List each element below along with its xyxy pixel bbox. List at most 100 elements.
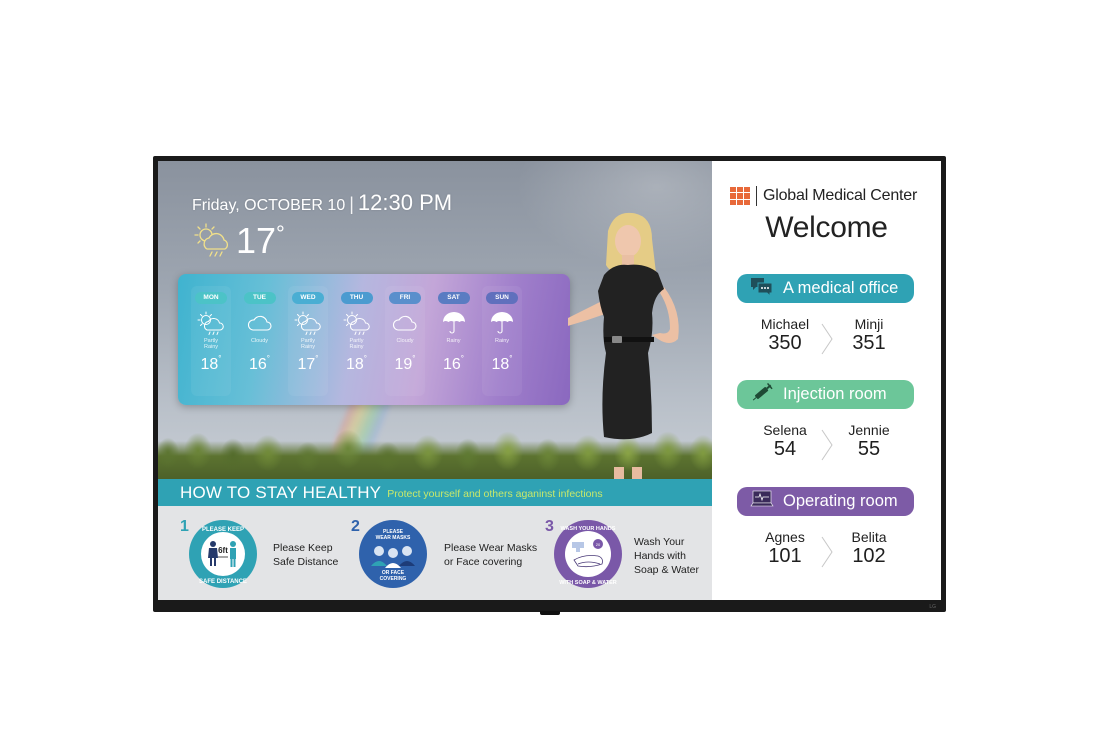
next-patient-name: Jennie [848, 422, 890, 438]
weekly-forecast-card: MON Partly Rainy 18° TUE Cloudy 16° WED … [178, 274, 570, 405]
next-patient: Jennie 55 [829, 422, 909, 460]
partly-rainy-icon [191, 310, 231, 336]
forecast-temperature: 16° [249, 354, 270, 373]
forecast-day-label: TUE [243, 292, 276, 304]
tip-number: 1 [180, 518, 189, 535]
forecast-day-label: MON [195, 292, 227, 304]
room-header-injection-room: Injection room [737, 380, 914, 409]
forecast-day-label: SUN [486, 292, 518, 304]
current-weather: 17 ° [192, 221, 285, 261]
forecast-condition: Rainy [446, 338, 461, 344]
clinic-name: Global Medical Center [763, 187, 918, 204]
forecast-day-label: WED [292, 292, 324, 304]
forecast-temperature: 16° [443, 354, 464, 373]
next-patient: Belita 102 [829, 529, 909, 567]
partly-rainy-icon [288, 310, 328, 336]
current-patient-name: Michael [760, 316, 810, 332]
partly-rainy-icon [194, 223, 229, 257]
room-label: Operating room [783, 492, 898, 510]
current-temperature: 17 [236, 220, 277, 261]
cloud-icon [385, 310, 425, 336]
welcome-heading: Welcome [765, 211, 888, 244]
current-patient-name: Agnes [765, 529, 805, 545]
monitor-stand-nub [540, 611, 560, 615]
tip-text: Wash Your Hands with Soap & Water [634, 536, 699, 576]
next-patient-name: Minji [854, 316, 884, 332]
grid-logo-icon [730, 186, 751, 206]
syringe-icon [737, 382, 783, 407]
clinic-queue-panel: Global Medical Center Welcome A medical … [712, 161, 941, 600]
forecast-condition: Cloudy [250, 338, 269, 344]
next-patient-number: 351 [852, 332, 886, 354]
current-patient: Selena 54 [745, 422, 825, 460]
tip-text: Please Wear Masks or Face covering [444, 542, 538, 568]
monitor-heartbeat-icon [737, 489, 783, 514]
forecast-temperature: 18° [346, 354, 367, 373]
presenter-figure [568, 212, 679, 481]
forecast-temperature: 19° [394, 354, 416, 373]
room-label: A medical office [783, 279, 899, 297]
svg-text:COVERING: COVERING [380, 576, 407, 582]
health-tips: 1 PLEASE KEEP SAFE DISTANCE 6ft Please K… [158, 506, 712, 600]
time-label: 12:30 PM [357, 190, 453, 215]
social-distance-icon: PLEASE KEEP SAFE DISTANCE 6ft [189, 520, 257, 588]
forecast-condition: Partly Rainy [300, 338, 316, 350]
forecast-day-wed: WED Partly Rainy 17° [288, 286, 328, 396]
chat-bubbles-icon [737, 276, 783, 301]
health-title: HOW TO STAY HEALTHY [180, 482, 382, 502]
forecast-day-label: FRI [389, 292, 421, 304]
forecast-day-thu: THU Partly Rainy 18° [337, 286, 377, 396]
forecast-day-mon: MON Partly Rainy 18° [191, 286, 231, 396]
current-patient-number: 54 [773, 438, 797, 460]
forecast-day-label: SAT [437, 292, 470, 304]
forecast-temperature: 18° [491, 354, 513, 373]
display-brand-mark: LG [929, 604, 936, 610]
degree-symbol: ° [276, 221, 285, 246]
forecast-condition: Rainy [494, 338, 510, 344]
room-label: Injection room [783, 385, 887, 403]
display-screen: Friday, OCTOBER 10 | 12:30 PM 17 ° MON P… [158, 161, 941, 600]
next-patient: Minji 351 [829, 316, 909, 354]
forecast-day-fri: FRI Cloudy 19° [385, 286, 425, 396]
forecast-condition: Cloudy [396, 338, 414, 344]
forecast-day-label: THU [340, 292, 373, 304]
forecast-temperature: 17° [297, 354, 319, 373]
svg-text:20: 20 [596, 542, 601, 547]
next-patient-number: 55 [857, 438, 881, 460]
svg-text:WEAR MASKS: WEAR MASKS [376, 535, 411, 541]
current-patient-name: Selena [763, 422, 807, 438]
date-time: Friday, OCTOBER 10 | 12:30 PM [192, 190, 452, 216]
next-patient-number: 102 [852, 545, 886, 567]
partly-rainy-icon [337, 310, 377, 336]
svg-text:WITH SOAP & WATER: WITH SOAP & WATER [559, 580, 617, 586]
face-mask-icon: PLEASE WEAR MASKS OR FACE COVERING [359, 520, 427, 588]
forecast-temperature: 18° [200, 354, 222, 373]
current-patient: Michael 350 [745, 316, 825, 354]
current-patient-number: 350 [768, 332, 802, 354]
svg-text:WASH YOUR HANDS: WASH YOUR HANDS [561, 526, 616, 532]
health-subtitle: Protect yourself and others aganinst inf… [387, 488, 603, 500]
health-tips-banner: HOW TO STAY HEALTHY Protect yourself and… [158, 479, 712, 506]
room-header-operating-room: Operating room [737, 487, 914, 516]
next-patient-name: Belita [851, 529, 887, 545]
cloud-icon [240, 310, 280, 336]
weather-and-health-panel: Friday, OCTOBER 10 | 12:30 PM 17 ° MON P… [158, 161, 712, 600]
current-patient-number: 101 [768, 545, 802, 567]
svg-text:SAFE DISTANCE: SAFE DISTANCE [199, 579, 247, 585]
forecast-condition: Partly Rainy [203, 338, 219, 350]
svg-text:6ft: 6ft [218, 546, 228, 555]
forecast-day-sun: SUN Rainy 18° [482, 286, 522, 396]
forecast-condition: Partly Rainy [349, 338, 364, 350]
umbrella-icon [434, 310, 474, 336]
umbrella-icon [482, 310, 522, 336]
forecast-day-tue: TUE Cloudy 16° [240, 286, 280, 396]
digital-signage-display: Friday, OCTOBER 10 | 12:30 PM 17 ° MON P… [153, 156, 946, 612]
clinic-brand: Global Medical Center [730, 186, 917, 206]
room-header-a-medical-office: A medical office [737, 274, 914, 303]
brand-divider [756, 186, 757, 206]
date-time-separator: | [349, 194, 354, 214]
hand-wash-icon: WASH YOUR HANDS WITH SOAP & WATER 20 [554, 520, 622, 588]
svg-text:PLEASE KEEP: PLEASE KEEP [202, 527, 244, 533]
tip-number: 3 [545, 518, 554, 535]
forecast-day-sat: SAT Rainy 16° [434, 286, 474, 396]
